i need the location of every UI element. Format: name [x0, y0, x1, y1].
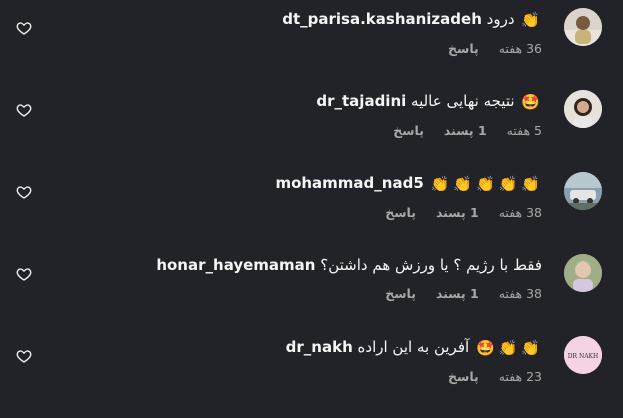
clapping-hands-icon: 👏: [498, 175, 518, 193]
avatar-logo-text: DR NAKH: [568, 353, 599, 360]
reply-button[interactable]: پاسخ: [385, 205, 416, 220]
comment-time[interactable]: 38 هفته: [499, 286, 542, 301]
reply-button[interactable]: پاسخ: [448, 41, 479, 56]
heart-icon[interactable]: [16, 184, 32, 200]
heart-icon[interactable]: [16, 266, 32, 282]
comment-time[interactable]: 36 هفته: [499, 41, 542, 56]
reply-button[interactable]: پاسخ: [385, 286, 416, 301]
comment-username[interactable]: dr_tajadini: [316, 92, 406, 110]
clapping-hands-icon: 👏: [498, 339, 518, 357]
avatar[interactable]: [564, 172, 602, 210]
comment-time[interactable]: 5 هفته: [507, 123, 542, 138]
avatar[interactable]: [564, 254, 602, 292]
avatar[interactable]: [564, 8, 602, 46]
clapping-hands-icon: 👏: [430, 175, 450, 193]
comment-text: نتیجه نهایی عالیه: [411, 92, 515, 110]
comment-username[interactable]: dt_parisa.kashanizadeh: [282, 10, 482, 28]
comment-time[interactable]: 38 هفته: [499, 205, 542, 220]
comment-item: mohammad_nad5 👏 👏 👏 👏 👏 38 هفته 1 پسند پاسخ: [0, 172, 623, 254]
heart-icon[interactable]: [16, 102, 32, 118]
likes-count[interactable]: 1 پسند: [444, 123, 487, 138]
comment-item: dt_parisa.kashanizadeh درود 👏 36 هفته پا…: [0, 8, 623, 90]
comment-item: DR NAKH dr_nakh آفرین به این اراده 🤩 👏 👏 2…: [0, 336, 623, 418]
likes-count[interactable]: 1 پسند: [436, 286, 479, 301]
comment-item: honar_hayemaman فقط با رژیم ؟ یا ورزش هم…: [0, 254, 623, 336]
likes-count[interactable]: 1 پسند: [436, 205, 479, 220]
heart-icon[interactable]: [16, 20, 32, 36]
avatar[interactable]: DR NAKH: [564, 336, 602, 374]
reply-button[interactable]: پاسخ: [448, 369, 479, 384]
comment-text: درود: [486, 10, 515, 28]
star-struck-icon: 🤩: [521, 93, 540, 111]
comment-username[interactable]: mohammad_nad5: [275, 174, 423, 192]
star-struck-icon: 🤩: [475, 339, 495, 357]
heart-icon[interactable]: [16, 348, 32, 364]
avatar[interactable]: [564, 90, 602, 128]
clapping-hands-icon: 👏: [475, 175, 495, 193]
reply-button[interactable]: پاسخ: [393, 123, 424, 138]
comment-text: آفرین به این اراده: [357, 338, 470, 356]
comment-username[interactable]: honar_hayemaman: [156, 256, 315, 274]
clapping-hands-icon: 👏: [521, 339, 540, 357]
clapping-hands-icon: 👏: [453, 175, 472, 193]
comment-item: dr_tajadini نتیجه نهایی عالیه 🤩 5 هفته 1…: [0, 90, 623, 172]
comment-username[interactable]: dr_nakh: [286, 338, 353, 356]
comment-list: dt_parisa.kashanizadeh درود 👏 36 هفته پا…: [0, 0, 623, 407]
comment-text: فقط با رژیم ؟ یا ورزش هم داشتن؟: [320, 256, 542, 274]
comment-time[interactable]: 23 هفته: [499, 369, 542, 384]
clapping-hands-icon: 👏: [521, 11, 540, 29]
clapping-hands-icon: 👏: [521, 175, 540, 193]
